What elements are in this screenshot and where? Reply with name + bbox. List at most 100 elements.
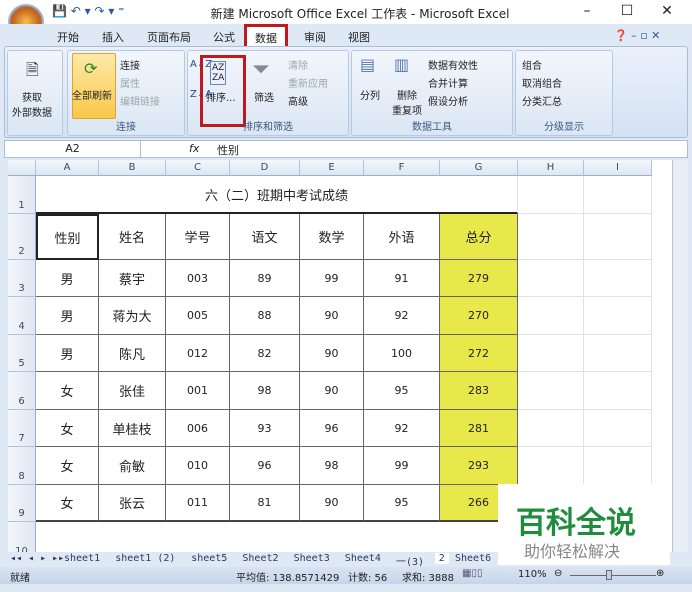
connections-button[interactable]: 连接	[120, 57, 140, 72]
table-cell[interactable]: 005	[166, 297, 230, 335]
table-cell[interactable]: 男	[36, 297, 99, 335]
table-cell[interactable]: 女	[36, 372, 99, 410]
table-cell[interactable]: 92	[364, 297, 440, 335]
table-cell[interactable]: 011	[166, 485, 230, 522]
table-cell[interactable]: 003	[166, 260, 230, 297]
row-header-2[interactable]: 2	[8, 214, 36, 260]
table-cell[interactable]: 93	[230, 410, 300, 447]
table-cell[interactable]: 张云	[99, 485, 166, 522]
table-cell[interactable]: 95	[364, 372, 440, 410]
cell[interactable]	[584, 297, 652, 335]
quick-access-toolbar[interactable]: 💾 ↶ ▾ ↷ ▾ ⁼	[52, 4, 125, 18]
tab-formulas[interactable]: 公式	[213, 29, 235, 45]
table-cell[interactable]: 010	[166, 447, 230, 485]
table-cell[interactable]: 90	[300, 372, 364, 410]
tab-home[interactable]: 开始	[57, 29, 79, 45]
minimize-button[interactable]: –	[572, 3, 602, 19]
sheet-tab[interactable]: sheet1 (2)	[115, 553, 175, 564]
cell[interactable]	[518, 447, 584, 485]
sheet-tab[interactable]: Sheet2	[242, 553, 278, 564]
close-button[interactable]: ✕	[652, 3, 682, 19]
column-header-D[interactable]: D	[230, 160, 300, 176]
sheet-tab[interactable]: sheet5	[191, 553, 227, 564]
view-buttons[interactable]: ▦▯▯	[462, 568, 482, 579]
row-header-10[interactable]: 10	[8, 522, 36, 552]
table-cell[interactable]: 100	[364, 335, 440, 372]
table-cell[interactable]: 91	[364, 260, 440, 297]
sheet-tab[interactable]: Sheet4	[345, 553, 381, 564]
fx-icon[interactable]: fx	[189, 142, 199, 155]
column-header-G[interactable]: G	[440, 160, 518, 176]
row-header-7[interactable]: 7	[8, 410, 36, 447]
name-box[interactable]: A2	[5, 141, 141, 157]
sheet-tab[interactable]: 一(3)	[396, 553, 424, 568]
row-header-1[interactable]: 1	[8, 176, 36, 214]
cell[interactable]	[584, 447, 652, 485]
cell[interactable]	[518, 260, 584, 297]
header-cell[interactable]: 姓名	[99, 214, 166, 260]
data-validation-button[interactable]: 数据有效性	[428, 57, 478, 72]
cell[interactable]	[518, 335, 584, 372]
table-cell[interactable]: 283	[440, 372, 518, 410]
row-header-5[interactable]: 5	[8, 335, 36, 372]
sheet-tab[interactable]: sheet1	[64, 553, 100, 564]
header-cell[interactable]: 语文	[230, 214, 300, 260]
zoom-out-icon[interactable]: ⊖	[554, 568, 562, 579]
table-cell[interactable]: 男	[36, 260, 99, 297]
ungroup-button[interactable]: 取消组合	[522, 75, 562, 90]
table-cell[interactable]: 92	[364, 410, 440, 447]
consolidate-button[interactable]: 合并计算	[428, 75, 468, 90]
tab-view[interactable]: 视图	[348, 29, 370, 45]
help-icon[interactable]: ❓ – ▫ ✕	[614, 29, 660, 42]
vertical-scrollbar[interactable]	[672, 160, 688, 552]
table-cell[interactable]: 82	[230, 335, 300, 372]
header-cell[interactable]: 数学	[300, 214, 364, 260]
tab-review[interactable]: 审阅	[304, 29, 326, 45]
sheet-tab[interactable]: 2	[434, 553, 449, 564]
cell[interactable]	[584, 335, 652, 372]
cell[interactable]	[584, 176, 652, 214]
table-cell[interactable]: 蒋为大	[99, 297, 166, 335]
zoom-level[interactable]: 110%	[518, 569, 547, 580]
column-header-I[interactable]: I	[584, 160, 652, 176]
table-cell[interactable]: 281	[440, 410, 518, 447]
advanced-button[interactable]: 高级	[288, 93, 308, 108]
cell[interactable]	[518, 372, 584, 410]
clear-button[interactable]: 清除	[288, 57, 308, 72]
table-cell[interactable]: 陈凡	[99, 335, 166, 372]
tab-insert[interactable]: 插入	[102, 29, 124, 45]
get-external-data-button[interactable]: 获取 外部数据	[12, 89, 52, 119]
table-cell[interactable]: 96	[300, 410, 364, 447]
table-cell[interactable]: 293	[440, 447, 518, 485]
what-if-button[interactable]: 假设分析	[428, 93, 468, 108]
table-cell[interactable]: 女	[36, 447, 99, 485]
table-cell[interactable]: 95	[364, 485, 440, 522]
cell[interactable]	[584, 372, 652, 410]
table-cell[interactable]: 99	[300, 260, 364, 297]
table-cell[interactable]: 女	[36, 410, 99, 447]
table-cell[interactable]: 90	[300, 485, 364, 522]
table-cell[interactable]: 88	[230, 297, 300, 335]
filter-button[interactable]: 筛选	[254, 89, 274, 104]
table-cell[interactable]: 001	[166, 372, 230, 410]
table-cell[interactable]: 98	[300, 447, 364, 485]
table-cell[interactable]: 81	[230, 485, 300, 522]
table-cell[interactable]: 279	[440, 260, 518, 297]
table-cell[interactable]: 98	[230, 372, 300, 410]
sheet-tab[interactable]: Sheet3	[294, 553, 330, 564]
table-cell[interactable]: 006	[166, 410, 230, 447]
column-header-H[interactable]: H	[518, 160, 584, 176]
header-cell[interactable]: 外语	[364, 214, 440, 260]
table-cell[interactable]: 270	[440, 297, 518, 335]
table-cell[interactable]: 89	[230, 260, 300, 297]
row-header-9[interactable]: 9	[8, 485, 36, 522]
remove-duplicates-button[interactable]: 删除 重复项	[392, 87, 422, 117]
row-header-8[interactable]: 8	[8, 447, 36, 485]
tab-page-layout[interactable]: 页面布局	[147, 29, 191, 45]
table-cell[interactable]: 96	[230, 447, 300, 485]
cell[interactable]	[518, 214, 584, 260]
table-cell[interactable]: 272	[440, 335, 518, 372]
cell[interactable]	[518, 410, 584, 447]
cell[interactable]	[584, 410, 652, 447]
cell[interactable]	[584, 260, 652, 297]
